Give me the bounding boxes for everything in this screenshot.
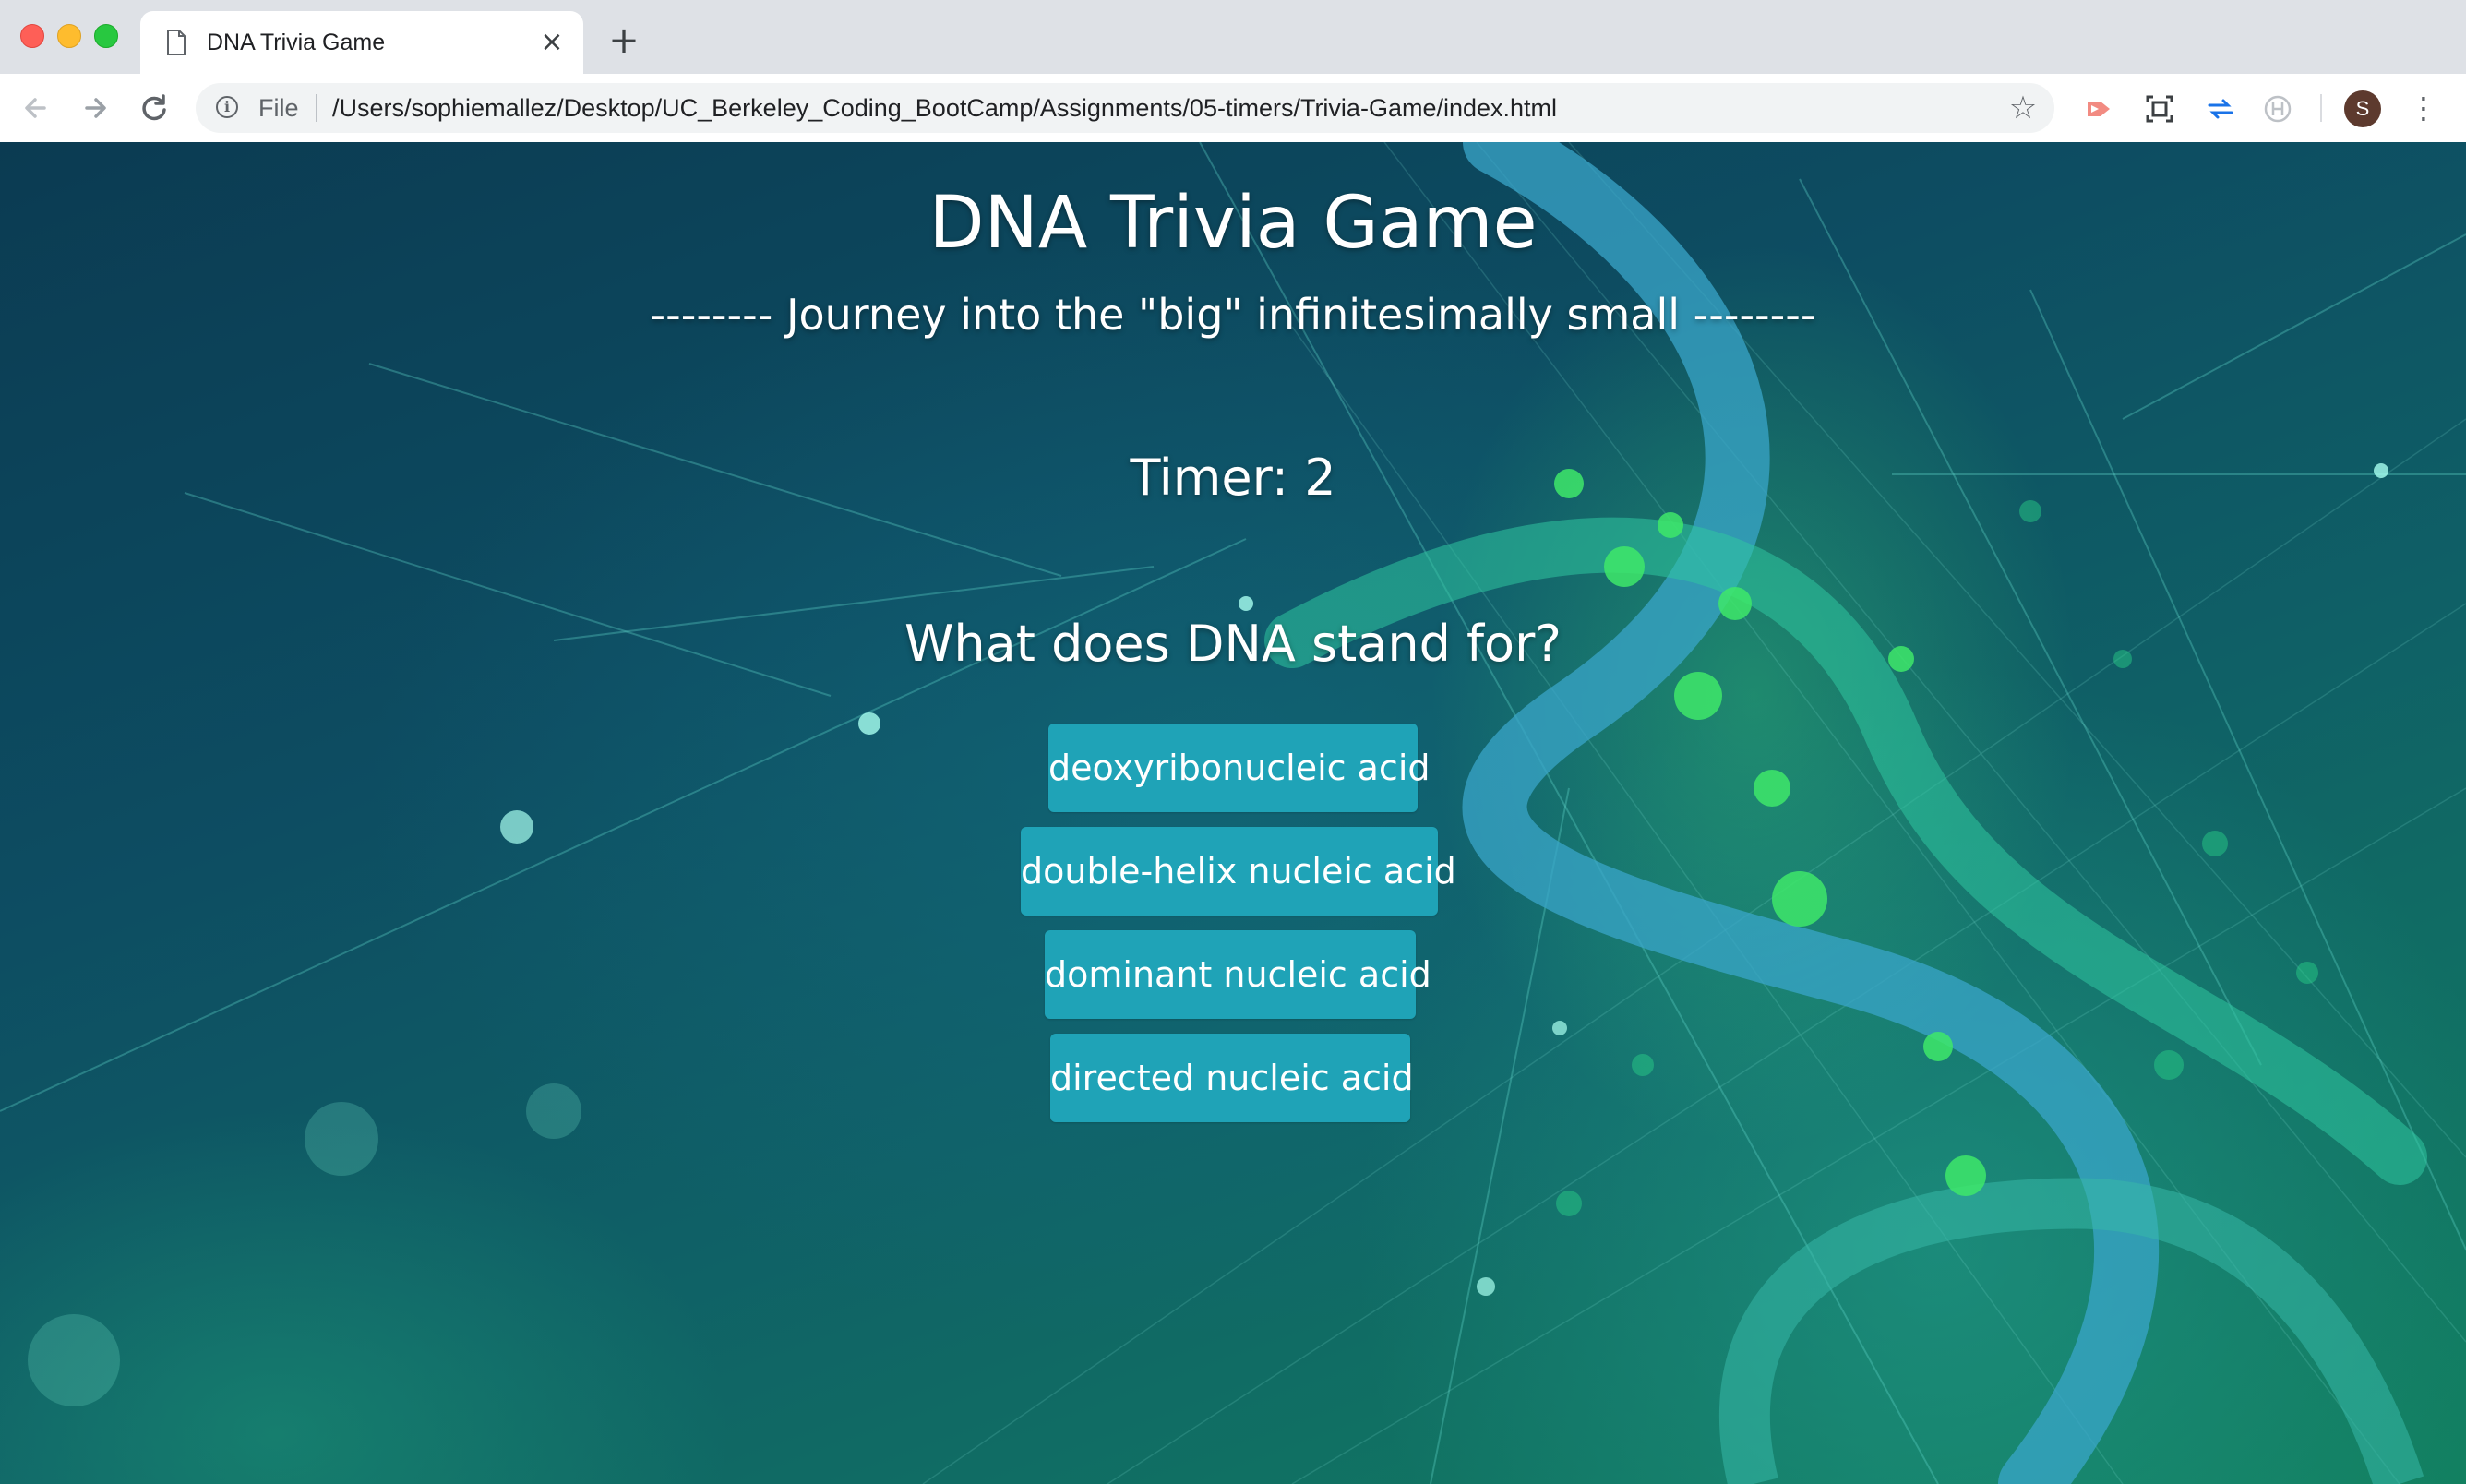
screenshot-extension-icon[interactable] [2143, 92, 2176, 126]
toolbar: i File /Users/sophiemallez/Desktop/UC_Be… [0, 74, 2466, 143]
forward-button[interactable] [76, 89, 114, 127]
answer-button-2[interactable]: double-helix nucleic acid [1021, 827, 1456, 916]
answer-button-3[interactable]: dominant nucleic acid [1045, 930, 1431, 1019]
back-button[interactable] [17, 89, 55, 127]
answer-button-1[interactable]: deoxyribonucleic acid [1048, 724, 1431, 812]
game-subtitle: -------- Journey into the "big" infinite… [650, 290, 1816, 340]
minimize-window-button[interactable] [57, 24, 81, 48]
maximize-window-button[interactable] [94, 24, 118, 48]
star-icon[interactable]: ☆ [2006, 91, 2040, 125]
tab-dna-trivia-game[interactable]: DNA Trivia Game × [140, 11, 583, 74]
address-scheme: File [258, 94, 299, 122]
h-extension-icon[interactable] [2261, 92, 2294, 126]
address-url[interactable]: /Users/sophiemallez/Desktop/UC_Berkeley_… [332, 93, 1557, 123]
reload-icon [142, 94, 166, 121]
game-title: DNA Trivia Game [928, 182, 1538, 265]
close-window-button[interactable] [20, 24, 44, 48]
close-tab-icon[interactable]: × [537, 28, 567, 57]
cast-extension-icon[interactable] [2082, 92, 2115, 126]
tab-title: DNA Trivia Game [207, 30, 386, 55]
swap-extension-icon[interactable] [2204, 92, 2237, 126]
new-tab-button[interactable]: + [605, 22, 642, 59]
address-separator [316, 94, 317, 122]
info-icon[interactable]: i [216, 96, 238, 118]
timer-display: Timer: 2 [1130, 449, 1336, 507]
toolbar-separator [2320, 94, 2322, 122]
browser-window: DNA Trivia Game × + i File /Users/sophie… [0, 0, 2466, 1484]
answer-button-4[interactable]: directed nucleic acid [1050, 1034, 1414, 1122]
arrow-right-icon [85, 98, 106, 118]
reload-button[interactable] [135, 89, 174, 127]
dna-background-image [0, 142, 2466, 1484]
document-icon [167, 30, 186, 55]
arrow-left-icon [25, 98, 46, 118]
question-text: What does DNA stand for? [904, 615, 1562, 673]
page-viewport: DNA Trivia Game -------- Journey into th… [0, 142, 2466, 1484]
address-bar[interactable]: i File /Users/sophiemallez/Desktop/UC_Be… [196, 83, 2054, 133]
kebab-menu-icon[interactable]: ⋮ [2409, 89, 2438, 127]
profile-avatar[interactable]: S [2344, 90, 2381, 127]
title-bar: DNA Trivia Game × + [0, 0, 2466, 74]
